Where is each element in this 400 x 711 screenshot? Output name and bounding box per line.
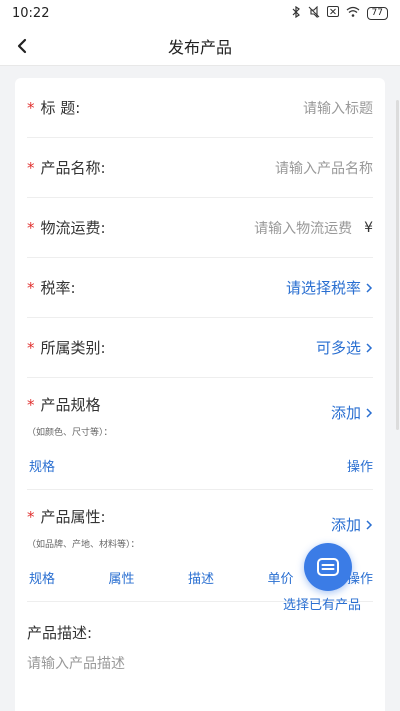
name-input[interactable]: 请输入产品名称 — [275, 158, 373, 178]
attr-col-attr: 属性 — [108, 572, 135, 587]
mute-icon — [308, 5, 320, 21]
required-mark: * — [27, 278, 35, 297]
currency-suffix: ¥ — [364, 219, 373, 236]
chevron-right-icon — [366, 342, 373, 353]
status-bar: 10:22 77 — [0, 0, 400, 26]
tax-label-text: 税率: — [40, 279, 76, 297]
category-label: * 所属类别: — [27, 337, 106, 358]
shipping-label-text: 物流运费: — [40, 219, 106, 237]
battery-icon: 77 — [366, 6, 388, 20]
attr-col-spec: 规格 — [29, 572, 56, 587]
title-label: * 标 题: — [27, 97, 80, 118]
back-button[interactable] — [10, 34, 34, 58]
category-select[interactable]: 可多选 — [316, 337, 373, 358]
required-mark: * — [27, 218, 35, 237]
tax-select-value: 请选择税率 — [285, 279, 361, 297]
attr-label: * 产品属性: — [27, 506, 140, 527]
chevron-right-icon — [366, 282, 373, 293]
spec-section: * 产品规格 （如颜色、尺寸等）： 添加 规格 操作 — [27, 378, 373, 490]
title-row: * 标 题: 请输入标题 — [27, 78, 373, 138]
spec-label: * 产品规格 — [27, 394, 113, 415]
name-row: * 产品名称: 请输入产品名称 — [27, 138, 373, 198]
spec-add-button[interactable]: 添加 — [331, 402, 373, 423]
form-card: * 标 题: 请输入标题 * 产品名称: 请输入产品名称 * 物流运费: 请输入… — [15, 78, 385, 711]
nav-bar: 发布产品 — [0, 26, 400, 66]
tax-label: * 税率: — [27, 277, 76, 298]
category-select-value: 可多选 — [315, 339, 361, 357]
name-label-text: 产品名称: — [40, 159, 106, 177]
required-mark: * — [27, 507, 35, 526]
attr-col-price: 单价 — [267, 572, 294, 587]
attr-add-label: 添加 — [330, 516, 361, 534]
wifi-icon — [346, 6, 360, 20]
description-label: 产品描述: — [27, 624, 93, 642]
required-mark: * — [27, 338, 35, 357]
title-label-text: 标 题: — [40, 99, 81, 117]
shipping-input[interactable]: 请输入物流运费 — [254, 218, 352, 238]
page-title: 发布产品 — [167, 37, 232, 57]
required-mark: * — [27, 395, 35, 414]
attr-hint: （如品牌、产地、材料等）： — [27, 540, 140, 550]
spec-label-text: 产品规格 — [40, 396, 101, 414]
spec-col-action: 操作 — [346, 460, 373, 475]
select-existing-product-label[interactable]: 选择已有产品 — [283, 594, 361, 613]
attr-label-text: 产品属性: — [40, 508, 106, 526]
description-input[interactable]: 请输入产品描述 — [27, 653, 373, 673]
required-mark: * — [27, 98, 35, 117]
name-label: * 产品名称: — [27, 157, 106, 178]
spec-hint: （如颜色、尺寸等）： — [27, 428, 113, 438]
category-label-text: 所属类别: — [40, 339, 106, 357]
chevron-right-icon — [366, 407, 373, 418]
required-mark: * — [27, 158, 35, 177]
spec-add-label: 添加 — [330, 404, 361, 422]
status-icons: 77 — [292, 5, 388, 21]
spec-col-spec: 规格 — [29, 460, 56, 475]
shipping-row: * 物流运费: 请输入物流运费 ¥ — [27, 198, 373, 258]
chevron-left-icon — [17, 38, 27, 54]
tax-select[interactable]: 请选择税率 — [286, 277, 373, 298]
title-input[interactable]: 请输入标题 — [303, 98, 373, 118]
attr-col-desc: 描述 — [187, 572, 214, 587]
attr-add-button[interactable]: 添加 — [331, 514, 373, 535]
category-row[interactable]: * 所属类别: 可多选 — [27, 318, 373, 378]
tax-row[interactable]: * 税率: 请选择税率 — [27, 258, 373, 318]
chevron-right-icon — [366, 519, 373, 530]
scrollbar[interactable] — [396, 100, 399, 430]
spec-table-header: 规格 操作 — [27, 456, 373, 475]
select-existing-product-button[interactable] — [304, 543, 352, 591]
product-box-icon — [317, 558, 339, 576]
sim-icon — [326, 6, 339, 20]
shipping-label: * 物流运费: — [27, 217, 106, 238]
bluetooth-icon — [292, 5, 301, 21]
status-time: 10:22 — [12, 5, 50, 21]
